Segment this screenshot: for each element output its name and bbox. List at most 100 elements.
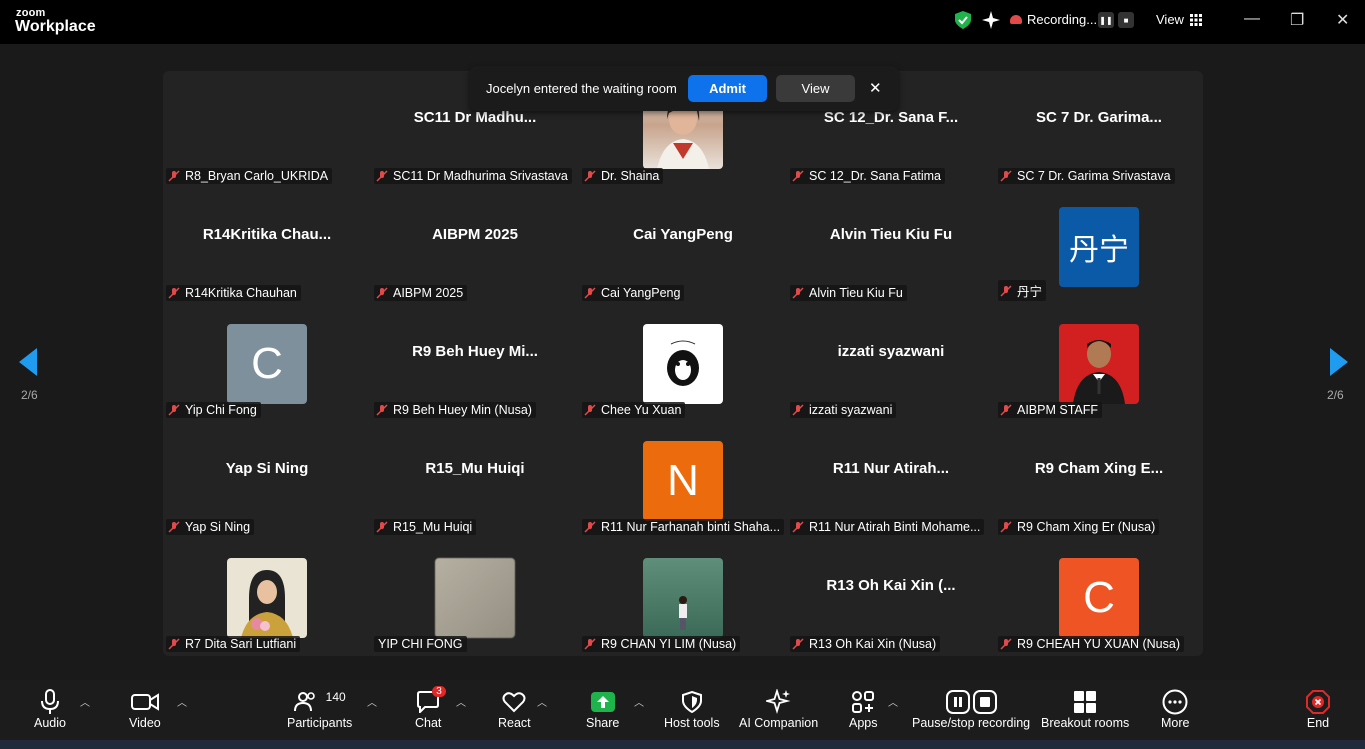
share-options-caret[interactable]: ︿ bbox=[634, 694, 644, 709]
participant-tile[interactable]: R8_Bryan Carlo_UKRIDA bbox=[163, 71, 371, 188]
muted-mic-icon bbox=[792, 638, 804, 650]
end-meeting-button[interactable]: End bbox=[1306, 688, 1330, 730]
muted-mic-icon bbox=[1000, 170, 1012, 182]
participant-name: R14Kritika Chauhan bbox=[185, 286, 297, 300]
react-options-caret[interactable]: ︿ bbox=[537, 694, 547, 709]
participant-tile[interactable]: N R11 Nur Farhanah binti Shaha... bbox=[579, 422, 787, 539]
video-button[interactable]: Video bbox=[129, 688, 161, 730]
cloud-record-icon bbox=[1010, 15, 1022, 24]
participant-name: YIP CHI FONG bbox=[378, 637, 463, 651]
view-menu-button[interactable]: View bbox=[1156, 12, 1202, 27]
grid-icon bbox=[1189, 13, 1202, 26]
stop-recording-button[interactable]: ■ bbox=[1118, 12, 1134, 28]
participant-tile[interactable]: AIBPM 2025 AIBPM 2025 bbox=[371, 188, 579, 305]
muted-mic-icon bbox=[376, 287, 388, 299]
page-indicator-right: 2/6 bbox=[1327, 388, 1344, 402]
participant-tile[interactable]: AIBPM STAFF bbox=[995, 305, 1203, 422]
top-bar: zoom Workplace Recording... ❚❚ ■ View — … bbox=[0, 0, 1365, 44]
muted-mic-icon bbox=[1000, 284, 1012, 297]
audio-options-caret[interactable]: ︿ bbox=[80, 694, 90, 709]
participant-photo bbox=[227, 558, 307, 638]
participant-tile[interactable]: R9 Beh Huey Mi... R9 Beh Huey Min (Nusa) bbox=[371, 305, 579, 422]
muted-mic-icon bbox=[376, 404, 388, 416]
muted-mic-icon bbox=[584, 521, 596, 533]
participant-tile[interactable]: R15_Mu Huiqi R15_Mu Huiqi bbox=[371, 422, 579, 539]
chat-badge: 3 bbox=[432, 686, 446, 697]
admit-button[interactable]: Admit bbox=[688, 75, 767, 102]
end-icon bbox=[1306, 690, 1330, 714]
participants-options-caret[interactable]: ︿ bbox=[367, 694, 377, 709]
participant-tile[interactable]: Chee Yu Xuan bbox=[579, 305, 787, 422]
participant-tile[interactable]: C Yip Chi Fong bbox=[163, 305, 371, 422]
zoom-logo-workplace: Workplace bbox=[15, 18, 96, 35]
close-icon[interactable]: ✕ bbox=[869, 79, 882, 97]
participant-name: Yap Si Ning bbox=[185, 520, 251, 534]
participant-display-name: Alvin Tieu Kiu Fu bbox=[829, 226, 953, 243]
participant-display-name: SC 12_Dr. Sana F... bbox=[823, 109, 959, 126]
participant-name: Dr. Shaina bbox=[601, 169, 660, 183]
more-button[interactable]: More bbox=[1161, 688, 1189, 730]
participant-name: R9 CHAN YI LIM (Nusa) bbox=[601, 637, 737, 651]
participant-name: AIBPM STAFF bbox=[1017, 403, 1099, 417]
participant-name: SC11 Dr Madhurima Srivastava bbox=[393, 169, 568, 183]
participant-name: Cai YangPeng bbox=[601, 286, 681, 300]
breakout-rooms-button[interactable]: Breakout rooms bbox=[1041, 688, 1129, 730]
minimize-icon[interactable]: — bbox=[1244, 10, 1260, 28]
next-page-arrow-icon[interactable] bbox=[1330, 348, 1348, 376]
participant-tile[interactable]: C R9 CHEAH YU XUAN (Nusa) bbox=[995, 539, 1203, 656]
participant-display-name: R13 Oh Kai Xin (... bbox=[826, 577, 956, 594]
meeting-toolbar: Audio ︿ Video ︿ 140 Participants ︿ 3 Cha… bbox=[0, 680, 1365, 740]
participant-name: R8_Bryan Carlo_UKRIDA bbox=[185, 169, 329, 183]
participant-photo bbox=[643, 324, 723, 404]
participant-tile[interactable]: R14Kritika Chau... R14Kritika Chauhan bbox=[163, 188, 371, 305]
apps-button[interactable]: Apps bbox=[849, 688, 878, 730]
chat-button[interactable]: 3 Chat bbox=[415, 686, 446, 730]
participant-display-name: R14Kritika Chau... bbox=[202, 226, 332, 243]
participant-tile[interactable]: R13 Oh Kai Xin (... R13 Oh Kai Xin (Nusa… bbox=[787, 539, 995, 656]
participant-tile[interactable]: R9 Cham Xing E... R9 Cham Xing Er (Nusa) bbox=[995, 422, 1203, 539]
ai-sparkle-icon[interactable] bbox=[982, 11, 1000, 29]
participant-tile[interactable]: SC 7 Dr. Garima... SC 7 Dr. Garima Sriva… bbox=[995, 71, 1203, 188]
heart-icon bbox=[502, 692, 526, 713]
participant-name: R15_Mu Huiqi bbox=[393, 520, 473, 534]
view-waiting-room-button[interactable]: View bbox=[776, 75, 855, 102]
pause-recording-button[interactable]: ❚❚ bbox=[1098, 12, 1114, 28]
apps-icon bbox=[852, 691, 875, 713]
restore-icon[interactable]: ❐ bbox=[1290, 10, 1304, 30]
audio-button[interactable]: Audio bbox=[34, 688, 66, 730]
participant-name: 丹宁 bbox=[1017, 285, 1043, 299]
view-label: View bbox=[1156, 12, 1184, 27]
participant-tile[interactable]: YIP CHI FONG bbox=[371, 539, 579, 656]
participant-avatar: 丹宁 bbox=[1059, 207, 1139, 287]
participant-tile[interactable]: R9 CHAN YI LIM (Nusa) bbox=[579, 539, 787, 656]
ai-companion-sparkle-icon bbox=[765, 689, 791, 715]
participant-tile[interactable]: 丹宁 丹宁 bbox=[995, 188, 1203, 305]
previous-page-arrow-icon[interactable] bbox=[19, 348, 37, 376]
muted-mic-icon bbox=[792, 404, 804, 416]
participant-tile[interactable]: R7 Dita Sari Lutfiani bbox=[163, 539, 371, 656]
video-camera-icon bbox=[130, 693, 159, 711]
participants-button[interactable]: 140 Participants bbox=[287, 688, 352, 730]
share-button[interactable]: Share bbox=[586, 688, 619, 730]
muted-mic-icon bbox=[1000, 638, 1012, 650]
close-window-icon[interactable]: ✕ bbox=[1336, 10, 1349, 30]
muted-mic-icon bbox=[584, 638, 596, 650]
muted-mic-icon bbox=[584, 404, 596, 416]
muted-mic-icon bbox=[792, 521, 804, 533]
security-shield-icon[interactable] bbox=[955, 11, 971, 29]
participant-tile[interactable]: Alvin Tieu Kiu Fu Alvin Tieu Kiu Fu bbox=[787, 188, 995, 305]
chat-options-caret[interactable]: ︿ bbox=[456, 694, 466, 709]
participant-name: izzati syazwani bbox=[809, 403, 893, 417]
video-options-caret[interactable]: ︿ bbox=[177, 694, 187, 709]
react-button[interactable]: React bbox=[498, 688, 531, 730]
muted-mic-icon bbox=[168, 287, 180, 299]
participant-tile[interactable]: Cai YangPeng Cai YangPeng bbox=[579, 188, 787, 305]
participant-tile[interactable]: R11 Nur Atirah... R11 Nur Atirah Binti M… bbox=[787, 422, 995, 539]
participant-tile[interactable]: Yap Si Ning Yap Si Ning bbox=[163, 422, 371, 539]
participant-tile[interactable]: izzati syazwani izzati syazwani bbox=[787, 305, 995, 422]
pause-stop-recording-button[interactable]: Pause/stop recording bbox=[912, 688, 1030, 730]
host-tools-button[interactable]: Host tools bbox=[664, 688, 720, 730]
participant-name: Yip Chi Fong bbox=[185, 403, 257, 417]
apps-options-caret[interactable]: ︿ bbox=[888, 694, 898, 709]
ai-companion-button[interactable]: AI Companion bbox=[739, 688, 818, 730]
